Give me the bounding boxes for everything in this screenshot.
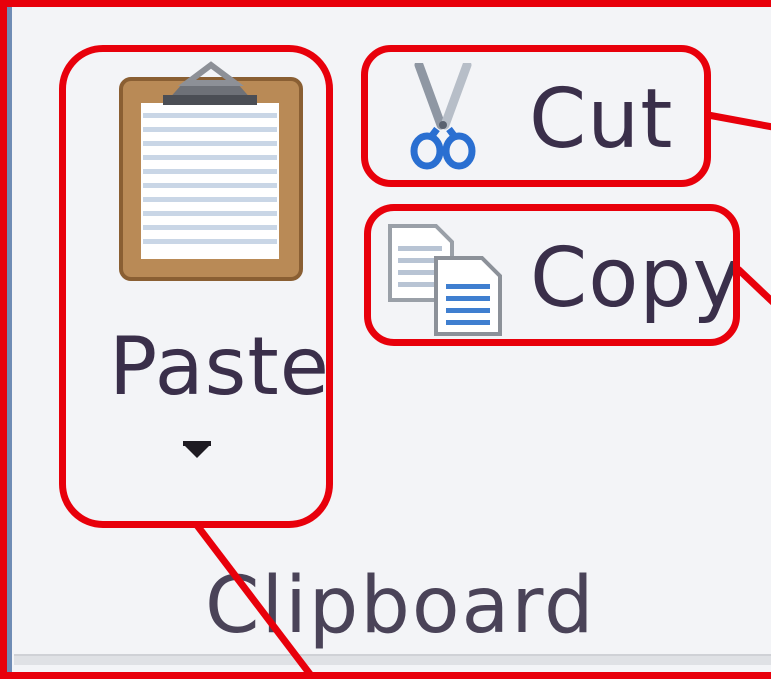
cut-connector-line [707,111,771,131]
callout-connectors [193,111,771,672]
clipboard-ribbon-group: Paste Cut Copy Clipboard [0,0,771,679]
copy-connector-line [735,266,771,306]
paste-connector-line [193,521,313,672]
